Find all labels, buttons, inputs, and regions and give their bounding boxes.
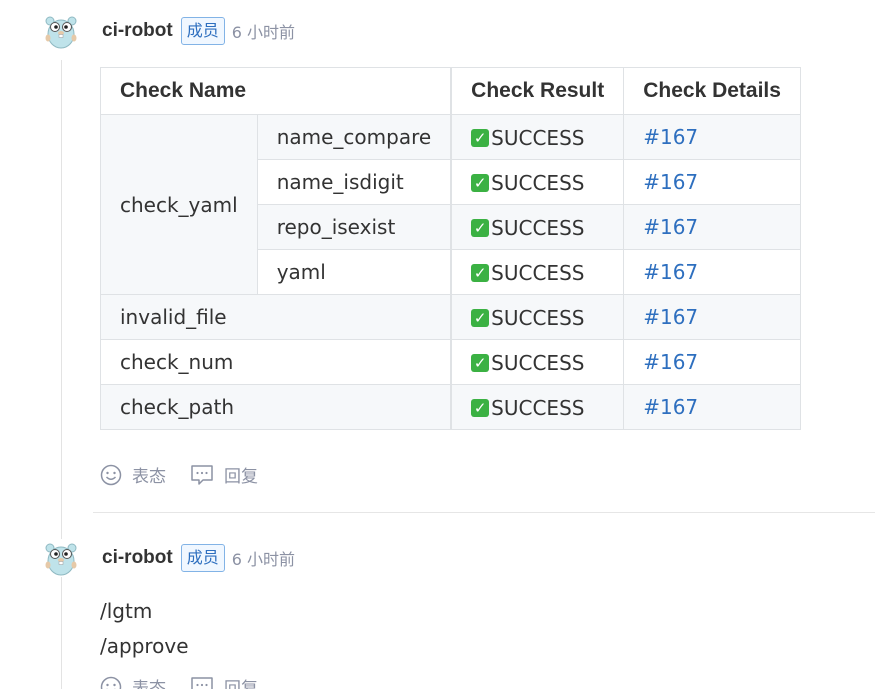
group-check-name: check_yaml (100, 114, 258, 295)
comment-thread: ci-robot 成员 6 小时前 Check Name Check Resul… (0, 0, 875, 689)
check-mark-icon: ✓ (471, 129, 490, 147)
table-row: check_yaml name_compare ✓ SUCCESS #167 (100, 114, 801, 295)
check-details: #167 (623, 114, 801, 160)
check-details: #167 (623, 204, 801, 250)
details-link[interactable]: #167 (643, 350, 698, 374)
smiley-icon (100, 464, 122, 485)
status-text: SUCCESS (491, 306, 585, 330)
timeline-line (61, 60, 62, 689)
check-result: ✓ SUCCESS (450, 159, 625, 205)
check-name: check_path (100, 384, 452, 430)
header-check-name: Check Name (100, 67, 452, 115)
avatar[interactable] (42, 12, 80, 50)
author-name[interactable]: ci-robot (102, 547, 173, 569)
comment-icon (191, 464, 213, 485)
details-link[interactable]: #167 (643, 125, 698, 149)
status-text: SUCCESS (491, 351, 585, 375)
comment-header: ci-robot 成员 6 小时前 (102, 15, 295, 47)
check-name: invalid_file (100, 294, 452, 340)
avatar[interactable] (42, 539, 80, 577)
check-details: #167 (623, 249, 801, 295)
details-link[interactable]: #167 (643, 170, 698, 194)
author-name[interactable]: ci-robot (102, 20, 173, 42)
check-name: name_compare (256, 114, 452, 160)
gopher-avatar-icon (45, 543, 77, 576)
status-text: SUCCESS (491, 216, 585, 240)
check-mark-icon: ✓ (471, 309, 490, 327)
check-result: ✓ SUCCESS (450, 384, 625, 430)
table-row: check_num ✓ SUCCESS #167 (100, 339, 801, 385)
role-badge: 成员 (180, 17, 225, 45)
timestamp[interactable]: 6 小时前 (232, 19, 295, 43)
check-name: yaml (256, 249, 452, 295)
check-mark-icon: ✓ (471, 399, 490, 417)
status-text: SUCCESS (491, 261, 585, 285)
table-header-row: Check Name Check Result Check Details (100, 67, 801, 115)
comment-actions: 表态 回复 (100, 674, 282, 689)
comment-icon (191, 676, 213, 689)
check-name: repo_isexist (256, 204, 452, 250)
check-mark-icon: ✓ (471, 174, 490, 192)
reply-button[interactable]: 回复 (190, 462, 258, 487)
react-label: 表态 (132, 679, 166, 689)
details-link[interactable]: #167 (643, 305, 698, 329)
status-text: SUCCESS (491, 396, 585, 420)
check-result: ✓ SUCCESS (450, 339, 625, 385)
check-details: #167 (623, 339, 801, 385)
check-mark-icon: ✓ (471, 354, 490, 372)
details-link[interactable]: #167 (643, 395, 698, 419)
check-mark-icon: ✓ (471, 219, 490, 237)
check-result: ✓ SUCCESS (450, 204, 625, 250)
check-result: ✓ SUCCESS (450, 249, 625, 295)
status-text: SUCCESS (491, 126, 585, 150)
reply-label: 回复 (224, 679, 258, 689)
check-details: #167 (623, 384, 801, 430)
status-text: SUCCESS (491, 171, 585, 195)
check-result: ✓ SUCCESS (450, 114, 625, 160)
comment-line: /lgtm (100, 599, 153, 623)
role-badge: 成员 (180, 544, 225, 572)
comment-divider (93, 512, 875, 513)
check-name: name_isdigit (256, 159, 452, 205)
gopher-avatar-icon (45, 16, 77, 49)
comment-body: /lgtm /approve (100, 594, 189, 664)
comment-line: /approve (100, 634, 189, 658)
details-link[interactable]: #167 (643, 215, 698, 239)
reply-button[interactable]: 回复 (190, 674, 258, 689)
table-row: check_path ✓ SUCCESS #167 (100, 384, 801, 430)
comment-header: ci-robot 成员 6 小时前 (102, 542, 295, 574)
check-results-table: Check Name Check Result Check Details ch… (100, 67, 801, 430)
react-button[interactable]: 表态 (100, 674, 166, 689)
check-details: #167 (623, 159, 801, 205)
check-name: check_num (100, 339, 452, 385)
smiley-icon (100, 676, 122, 689)
comment-actions: 表态 回复 (100, 462, 282, 487)
react-label: 表态 (132, 467, 166, 487)
check-details: #167 (623, 294, 801, 340)
react-button[interactable]: 表态 (100, 462, 166, 487)
details-link[interactable]: #167 (643, 260, 698, 284)
header-check-details: Check Details (623, 67, 801, 115)
reply-label: 回复 (224, 467, 258, 487)
header-check-result: Check Result (450, 67, 625, 115)
check-mark-icon: ✓ (471, 264, 490, 282)
timestamp[interactable]: 6 小时前 (232, 546, 295, 570)
table-row: invalid_file ✓ SUCCESS #167 (100, 294, 801, 340)
check-result: ✓ SUCCESS (450, 294, 625, 340)
